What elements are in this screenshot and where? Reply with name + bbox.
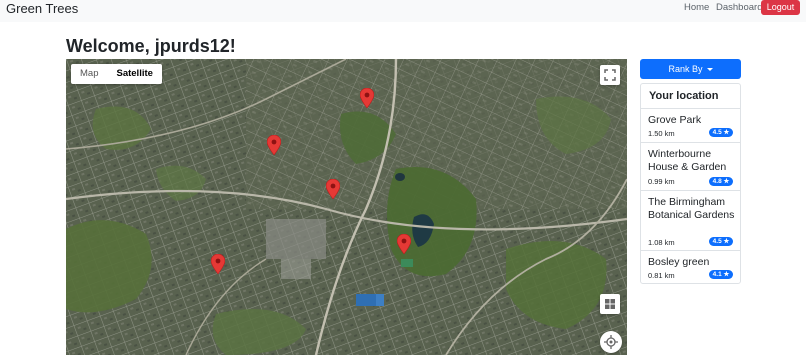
rating-badge: 4.5 ★ xyxy=(709,128,733,137)
list-item-name: Winterbourne House & Garden xyxy=(648,148,727,173)
list-item-distance: 1.08 km xyxy=(648,238,675,247)
logout-button[interactable]: Logout xyxy=(761,0,800,15)
list-item[interactable]: Bosley green 0.81 km 4.1 ★ xyxy=(641,250,740,283)
map-pin-icon[interactable] xyxy=(211,254,225,274)
map-type-satellite-button[interactable]: Satellite xyxy=(107,64,161,84)
list-item-name: Bosley green xyxy=(648,256,710,268)
rank-by-dropdown[interactable]: Rank By xyxy=(640,59,741,79)
map-type-map-button[interactable]: Map xyxy=(71,64,107,84)
rating-badge: 4.8 ★ xyxy=(709,177,733,186)
brand-link[interactable]: Green Trees xyxy=(6,1,78,17)
navbar: Green Trees Home Dashboard Logout xyxy=(0,0,806,22)
map-view[interactable]: Map Satellite xyxy=(66,59,627,355)
map-pin-icon[interactable] xyxy=(326,179,340,199)
list-item-name: Grove Park xyxy=(648,114,702,126)
nav-dashboard-link[interactable]: Dashboard xyxy=(716,2,762,14)
layers-button[interactable] xyxy=(600,294,620,314)
satellite-imagery xyxy=(66,59,627,355)
list-item-distance: 0.99 km xyxy=(648,177,675,186)
list-item-distance: 1.50 km xyxy=(648,129,675,138)
locate-icon xyxy=(604,335,618,349)
nav-home-link[interactable]: Home xyxy=(684,2,709,14)
caret-down-icon xyxy=(706,68,713,72)
fullscreen-button[interactable] xyxy=(600,65,620,85)
list-item[interactable]: Winterbourne House & Garden 0.99 km 4.8 … xyxy=(641,142,740,190)
rating-badge: 4.5 ★ xyxy=(709,237,733,246)
map-pin-icon[interactable] xyxy=(267,135,281,155)
rating-badge: 4.1 ★ xyxy=(709,270,733,279)
map-pin-icon[interactable] xyxy=(360,88,374,108)
layers-icon xyxy=(605,299,615,309)
page-title: Welcome, jpurds12! xyxy=(66,36,236,56)
locate-button[interactable] xyxy=(600,331,622,353)
list-title: Your location xyxy=(649,90,719,102)
map-type-toggle: Map Satellite xyxy=(71,64,162,84)
list-item[interactable]: The Birmingham Botanical Gardens 1.08 km… xyxy=(641,190,740,250)
list-item-distance: 0.81 km xyxy=(648,271,675,280)
list-item-name: The Birmingham Botanical Gardens xyxy=(648,196,735,221)
fullscreen-icon xyxy=(604,69,616,81)
map-pin-icon[interactable] xyxy=(397,234,411,254)
location-list: Your location Grove Park 1.50 km 4.5 ★ W… xyxy=(640,83,741,284)
list-item[interactable]: Grove Park 1.50 km 4.5 ★ xyxy=(641,108,740,142)
rank-by-label: Rank By xyxy=(668,64,703,74)
